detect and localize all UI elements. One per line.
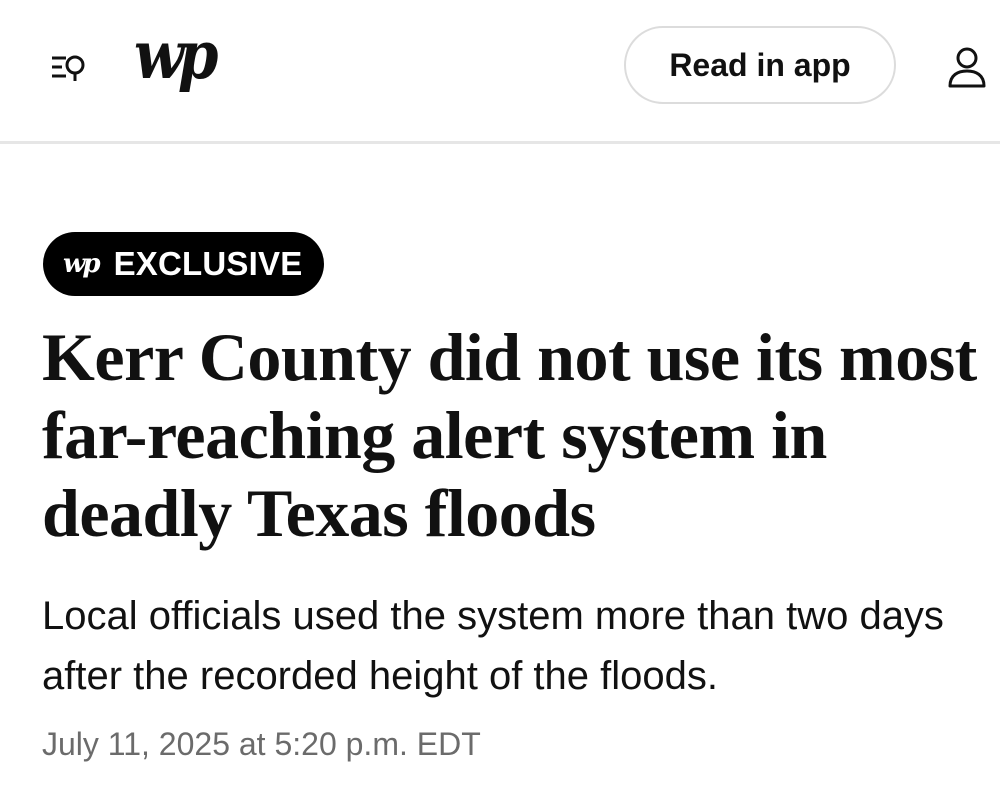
- badge-logo: wp: [63, 249, 101, 279]
- exclusive-badge: wp EXCLUSIVE: [43, 232, 325, 296]
- account-button[interactable]: [940, 40, 994, 94]
- article-subheadline: Local officials used the system more tha…: [42, 594, 944, 698]
- menu-search-icon: [52, 55, 85, 81]
- site-header: wp Read in app: [0, 0, 1000, 144]
- article-page: wp Read in app wp EXCLUSIVE Kerr County …: [0, 0, 1000, 804]
- site-logo[interactable]: wp: [134, 22, 219, 89]
- article-timestamp: July 11, 2025 at 5:20 p.m. EDT: [42, 726, 481, 762]
- menu-search-button[interactable]: [40, 44, 96, 92]
- badge-label: EXCLUSIVE: [113, 245, 303, 282]
- read-in-app-button[interactable]: Read in app: [624, 26, 896, 104]
- article-headline: Kerr County did not use its most far-rea…: [42, 319, 977, 551]
- account-icon: [948, 47, 986, 88]
